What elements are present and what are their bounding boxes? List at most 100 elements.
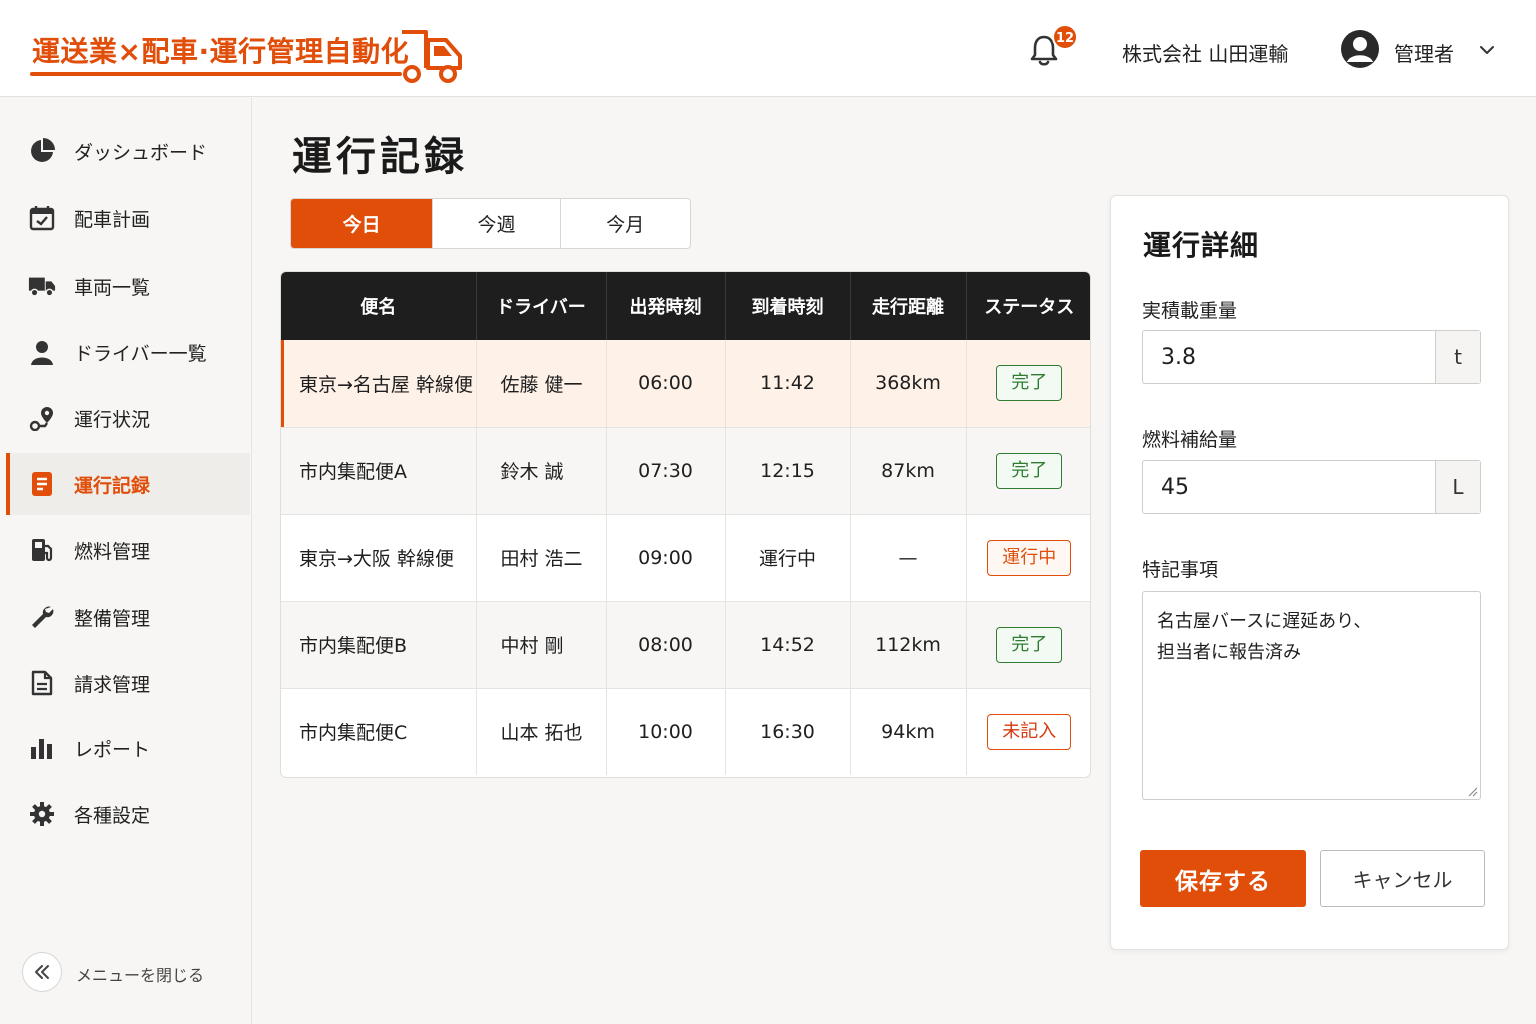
collapse-menu-label[interactable]: メニューを閉じる [76,962,204,986]
column-header-driver[interactable]: ドライバー [476,272,607,340]
notes-label: 特記事項 [1142,559,1219,581]
sidebar-item-label: 運行記録 [74,474,151,497]
collapse-menu-button[interactable] [22,952,62,992]
sidebar-item-drivers[interactable]: ドライバー一覧 [6,321,250,383]
truck-logo-icon [402,30,462,83]
sidebar-item-label: 燃料管理 [74,540,151,563]
column-header-distance[interactable]: 走行距離 [850,272,967,340]
user-role[interactable]: 管理者 [1394,38,1454,67]
fuel-amount-input[interactable] [1143,461,1435,513]
cell-driver: 田村 浩二 [476,514,607,602]
cell-route: 市内集配便A [281,427,477,515]
table-row[interactable]: 市内集配便C 山本 拓也 10:00 16:30 94km 未記入 [281,688,1090,775]
sidebar-item-label: 整備管理 [74,607,151,630]
cell-driver: 鈴木 誠 [476,427,607,515]
calendar-icon [28,204,56,232]
app-logo-title: 運送業×配車·運行管理自動化 [32,35,410,68]
table-header-row: 便名 ドライバー 出発時刻 到着時刻 走行距離 ステータス [281,272,1090,340]
save-button[interactable]: 保存する [1140,850,1306,907]
double-chevron-left-icon [35,965,49,979]
cell-route: 市内集配便B [281,601,477,689]
fuel-amount-field: L [1142,460,1481,514]
sidebar-item-vehicles[interactable]: 車両一覧 [6,255,250,317]
cell-arrival: 16:30 [725,688,851,775]
sidebar-item-maintenance[interactable]: 整備管理 [6,586,250,648]
cell-departure: 09:00 [606,514,726,602]
sidebar-item-label: ダッシュボード [74,141,208,164]
person-icon [28,338,56,366]
sidebar: ダッシュボード 配車計画 車両一覧 ドライバー一覧 運行状況 運行記録 燃料管理… [0,98,252,1024]
cell-driver: 佐藤 健一 [476,340,607,428]
cell-arrival: 14:52 [725,601,851,689]
resize-handle-icon[interactable] [1466,785,1478,797]
load-weight-unit: t [1435,331,1480,383]
logo-underline [30,72,402,76]
status-badge: 運行中 [987,539,1072,576]
cell-route: 市内集配便C [281,688,477,775]
cell-departure: 07:30 [606,427,726,515]
cell-distance: 368km [850,340,967,428]
cell-distance: 94km [850,688,967,775]
cell-departure: 06:00 [606,340,726,428]
sidebar-item-operation-records[interactable]: 運行記録 [6,453,250,515]
period-tabs: 今日 今週 今月 [290,198,691,249]
cell-status: 未記入 [966,688,1090,775]
cell-driver: 中村 剛 [476,601,607,689]
load-weight-input[interactable] [1143,331,1435,383]
route-pin-icon [28,404,56,432]
sidebar-item-reports[interactable]: レポート [6,717,250,779]
sidebar-item-label: 請求管理 [74,673,151,696]
cell-arrival: 12:15 [725,427,851,515]
notification-badge: 12 [1052,24,1078,50]
status-badge: 完了 [996,452,1063,489]
sidebar-item-billing[interactable]: 請求管理 [6,652,250,714]
document-icon [28,470,56,498]
status-badge: 完了 [996,365,1063,402]
sidebar-item-fuel[interactable]: 燃料管理 [6,519,250,581]
column-header-arrival[interactable]: 到着時刻 [725,272,851,340]
invoice-icon [28,669,56,697]
tab-this-month[interactable]: 今月 [561,199,690,248]
sidebar-item-label: ドライバー一覧 [74,342,207,365]
fuel-pump-icon [28,536,56,564]
load-weight-label: 実積載重量 [1142,300,1238,322]
tab-this-week[interactable]: 今週 [433,199,561,248]
column-header-status[interactable]: ステータス [966,272,1090,340]
company-name: 株式会社 山田運輸 [1122,42,1289,66]
sidebar-item-label: 各種設定 [74,804,151,827]
avatar[interactable] [1340,29,1380,69]
table-row[interactable]: 市内集配便A 鈴木 誠 07:30 12:15 87km 完了 [281,427,1090,515]
sidebar-item-label: 車両一覧 [74,276,151,299]
cell-departure: 08:00 [606,601,726,689]
cell-status: 運行中 [966,514,1090,602]
fuel-amount-label: 燃料補給量 [1142,429,1238,451]
sidebar-item-settings[interactable]: 各種設定 [6,783,250,845]
cell-status: 完了 [966,427,1090,515]
app-header: 運送業×配車·運行管理自動化 12 株式会社 山田運輸 管理者 [0,0,1536,97]
cell-route: 東京→大阪 幹線便 [281,514,477,602]
table-row[interactable]: 市内集配便B 中村 剛 08:00 14:52 112km 完了 [281,601,1090,689]
notes-textarea[interactable]: 名古屋バースに遅延あり、 担当者に報告済み [1142,591,1481,800]
sidebar-item-operation-status[interactable]: 運行状況 [6,387,250,449]
sidebar-item-label: レポート [74,738,151,761]
column-header-departure[interactable]: 出発時刻 [606,272,726,340]
cell-route: 東京→名古屋 幹線便 [281,340,477,428]
column-header-route[interactable]: 便名 [281,272,477,340]
sidebar-item-label: 運行状況 [74,408,151,431]
cell-distance: — [850,514,967,602]
table-row[interactable]: 東京→名古屋 幹線便 佐藤 健一 06:00 11:42 368km 完了 [281,340,1090,428]
cell-status: 完了 [966,601,1090,689]
tab-today[interactable]: 今日 [291,199,434,248]
cell-distance: 87km [850,427,967,515]
cancel-button[interactable]: キャンセル [1320,850,1485,907]
sidebar-item-label: 配車計画 [74,208,151,231]
sidebar-item-dispatch-plan[interactable]: 配車計画 [6,187,250,249]
wrench-icon [28,603,56,631]
cell-driver: 山本 拓也 [476,688,607,775]
bar-chart-icon [28,734,56,762]
table-row[interactable]: 東京→大阪 幹線便 田村 浩二 09:00 運行中 — 運行中 [281,514,1090,602]
pie-chart-icon [28,137,56,165]
sidebar-item-dashboard[interactable]: ダッシュボード [6,120,250,182]
status-badge: 未記入 [987,713,1072,750]
chevron-down-icon[interactable] [1476,40,1498,60]
